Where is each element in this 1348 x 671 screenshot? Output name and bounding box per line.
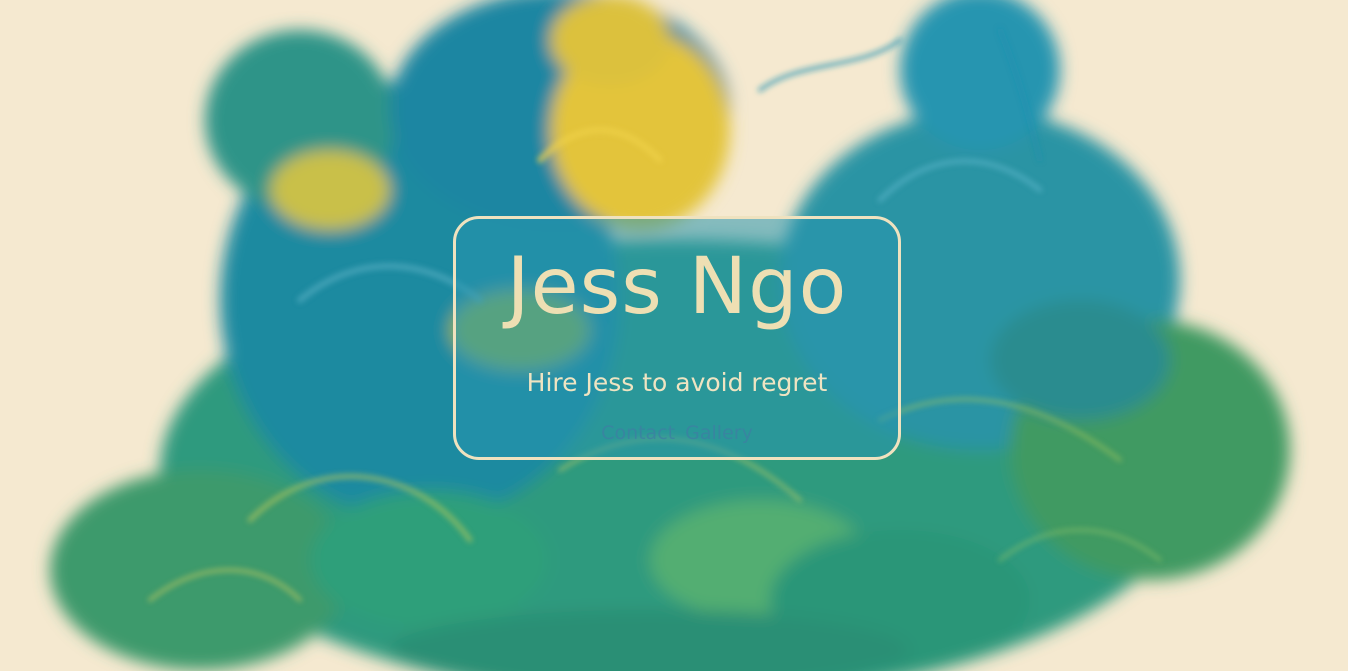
hero-section: Jess Ngo Hire Jess to avoid regret Conta…: [0, 0, 1348, 671]
hero-name: Jess Ngo: [506, 242, 848, 332]
hero-tagline: Hire Jess to avoid regret: [526, 368, 828, 397]
nav-link-gallery[interactable]: Gallery: [685, 422, 753, 444]
hero-nav: Contact Gallery: [456, 421, 898, 445]
nav-link-contact[interactable]: Contact: [601, 422, 675, 444]
hero-card: Jess Ngo Hire Jess to avoid regret Conta…: [453, 216, 901, 460]
